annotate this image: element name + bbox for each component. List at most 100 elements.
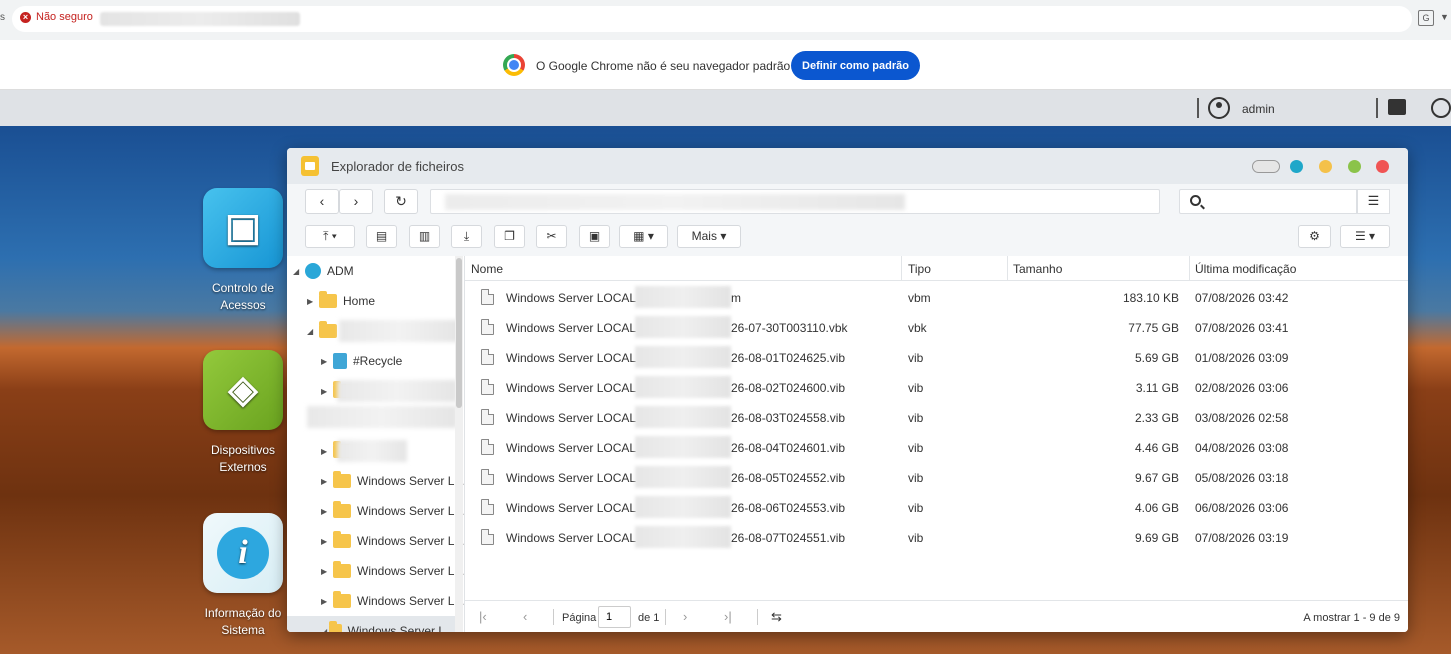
- window-maximize-button[interactable]: [1348, 160, 1361, 173]
- set-default-button[interactable]: Definir como padrão: [791, 51, 920, 80]
- tree-expand-icon[interactable]: ▶: [321, 477, 333, 486]
- tree-item-folder-selected[interactable]: ◢ Windows Server L...: [287, 616, 455, 632]
- tree-item-home[interactable]: ▶ Home: [307, 286, 375, 316]
- column-header-size[interactable]: Tamanho: [1013, 262, 1062, 276]
- file-name-suffix: 26-08-02T024600.vib: [731, 381, 846, 395]
- translate-icon[interactable]: G: [1418, 10, 1434, 26]
- tree-item-label: Windows Server L...: [357, 594, 465, 608]
- desktop-app-system-info[interactable]: i Informação do Sistema: [195, 513, 291, 639]
- tree-expand-icon[interactable]: ▶: [321, 597, 333, 606]
- path-input[interactable]: [430, 189, 1160, 214]
- copy-button[interactable]: ❐: [494, 225, 525, 248]
- file-name-suffix: 26-08-03T024558.vib: [731, 411, 846, 425]
- new-share-button[interactable]: ▥: [409, 225, 440, 248]
- table-row[interactable]: Windows Server LOCAL - 26-08-03T024558.vi…: [465, 402, 1408, 432]
- column-header-name[interactable]: Nome: [471, 262, 503, 276]
- tree-expand-icon[interactable]: ▶: [321, 447, 333, 456]
- table-row[interactable]: Windows Server LOCAL - 26-08-04T024601.vi…: [465, 432, 1408, 462]
- desktop-app-access-control[interactable]: ▣ Controlo de Acessos: [195, 188, 291, 314]
- tree-item-recycle[interactable]: ▶ #Recycle: [321, 346, 402, 376]
- prev-page-button[interactable]: ‹: [523, 609, 527, 624]
- page-number-input[interactable]: [598, 606, 631, 628]
- column-header-modified[interactable]: Última modificação: [1195, 262, 1296, 276]
- column-divider[interactable]: [1007, 256, 1008, 281]
- tree-expand-icon[interactable]: ▶: [321, 387, 333, 396]
- table-row[interactable]: Windows Server LOCAL - 26-08-07T024551.vi…: [465, 522, 1408, 552]
- tree-item-folder[interactable]: ▶ Windows Server L...: [321, 586, 464, 616]
- last-page-button[interactable]: ›|: [724, 609, 732, 624]
- info-glyph: i: [217, 527, 269, 579]
- first-page-button[interactable]: |‹: [479, 609, 487, 624]
- file-name-prefix: Windows Server LOCAL -: [506, 471, 643, 485]
- select-all-icon: ▣: [588, 229, 601, 243]
- search-options-button[interactable]: ☰: [1357, 189, 1390, 214]
- column-header-type[interactable]: Tipo: [908, 262, 931, 276]
- back-button[interactable]: ‹: [305, 189, 339, 214]
- lock-glyph: ▣: [225, 207, 261, 249]
- file-modified: 03/08/2026 02:58: [1195, 411, 1289, 425]
- column-divider[interactable]: [901, 256, 902, 281]
- tree-expand-icon[interactable]: ◢: [293, 267, 305, 276]
- file-icon: [481, 379, 494, 395]
- file-size: 3.11 GB: [1135, 381, 1179, 395]
- tree-expand-icon[interactable]: ◢: [307, 327, 319, 336]
- upload-button[interactable]: ⤒ ▾: [305, 225, 355, 248]
- file-modified: 02/08/2026 03:06: [1195, 381, 1289, 395]
- window-extra-button[interactable]: [1290, 160, 1303, 173]
- file-modified: 01/08/2026 03:09: [1195, 351, 1289, 365]
- window-titlebar[interactable]: Explorador de ficheiros: [287, 148, 1408, 184]
- scissors-icon: ✂: [546, 229, 557, 243]
- tree-expand-icon[interactable]: ▶: [321, 357, 333, 366]
- tree-expand-icon[interactable]: ▶: [321, 567, 333, 576]
- table-row[interactable]: Windows Server LOCAL - 26-07-30T003110.vb…: [465, 312, 1408, 342]
- security-indicator[interactable]: × Não seguro: [20, 11, 93, 23]
- pagination-divider: [665, 609, 666, 625]
- window-pill-button[interactable]: [1252, 160, 1280, 173]
- file-type: vib: [908, 471, 924, 485]
- table-row[interactable]: Windows Server LOCAL - 26-08-01T024625.vi…: [465, 342, 1408, 372]
- next-page-button[interactable]: ›: [683, 609, 687, 624]
- more-button[interactable]: Mais ▾: [677, 225, 741, 248]
- pagination-bar: |‹ ‹ Página de 1 › ›| ⇆ A mostrar 1 - 9 …: [465, 600, 1408, 632]
- tree-item-folder[interactable]: ▶ Windows Server L...: [321, 466, 464, 496]
- url-redacted[interactable]: [100, 12, 300, 26]
- tree-expand-icon[interactable]: ▶: [321, 507, 333, 516]
- user-icon[interactable]: [1208, 97, 1230, 119]
- table-row[interactable]: Windows Server LOCAL - 26-08-05T024552.vi…: [465, 462, 1408, 492]
- tree-item-adm[interactable]: ◢ ADM: [293, 256, 354, 286]
- window-close-button[interactable]: [1376, 160, 1389, 173]
- showing-count: A mostrar 1 - 9 de 9: [1303, 612, 1400, 624]
- back-icon-fragment[interactable]: s: [0, 12, 5, 23]
- search-input[interactable]: [1179, 189, 1357, 214]
- tree-expand-icon[interactable]: ◢: [321, 627, 329, 633]
- tree-item-label: Home: [343, 294, 376, 308]
- desktop-app-external-devices[interactable]: ◈ Dispositivos Externos: [195, 350, 291, 476]
- cut-button[interactable]: ✂: [536, 225, 567, 248]
- settings-button[interactable]: ⚙: [1298, 225, 1331, 248]
- download-button[interactable]: ⤓: [451, 225, 482, 248]
- table-row[interactable]: Windows Server LOCAL - 26-08-06T024553.vi…: [465, 492, 1408, 522]
- tree-item-folder[interactable]: ▶ Windows Server L...: [321, 526, 464, 556]
- window-minimize-button[interactable]: [1319, 160, 1332, 173]
- forward-button[interactable]: ›: [339, 189, 373, 214]
- chevron-down-icon[interactable]: ▼: [1440, 12, 1449, 22]
- tree-expand-icon[interactable]: ▶: [321, 537, 333, 546]
- user-name[interactable]: admin: [1242, 102, 1275, 116]
- share-link-button[interactable]: ▦ ▾: [619, 225, 668, 248]
- view-mode-button[interactable]: ☰ ▾: [1340, 225, 1390, 248]
- refresh-list-button[interactable]: ⇆: [771, 609, 782, 625]
- tree-item-folder[interactable]: ▶ Windows Server L...: [321, 556, 464, 586]
- new-folder-button[interactable]: ▤: [366, 225, 397, 248]
- clock-icon[interactable]: [1431, 98, 1451, 118]
- refresh-button[interactable]: ↻: [384, 189, 418, 214]
- table-row[interactable]: Windows Server LOCAL - 26-08-02T024600.vi…: [465, 372, 1408, 402]
- tree-item-label: Windows Server L...: [357, 474, 465, 488]
- select-all-button[interactable]: ▣: [579, 225, 610, 248]
- tree-item-folder[interactable]: ▶ Windows Server L...: [321, 496, 464, 526]
- table-row[interactable]: Windows Server LOCAL - m vbm 183.10 KB 07/08…: [465, 282, 1408, 312]
- tree-item-share[interactable]: ◢: [307, 316, 343, 346]
- column-divider[interactable]: [1189, 256, 1190, 281]
- message-icon[interactable]: [1388, 99, 1406, 115]
- tree-scrollbar-thumb[interactable]: [456, 258, 462, 408]
- tree-expand-icon[interactable]: ▶: [307, 297, 319, 306]
